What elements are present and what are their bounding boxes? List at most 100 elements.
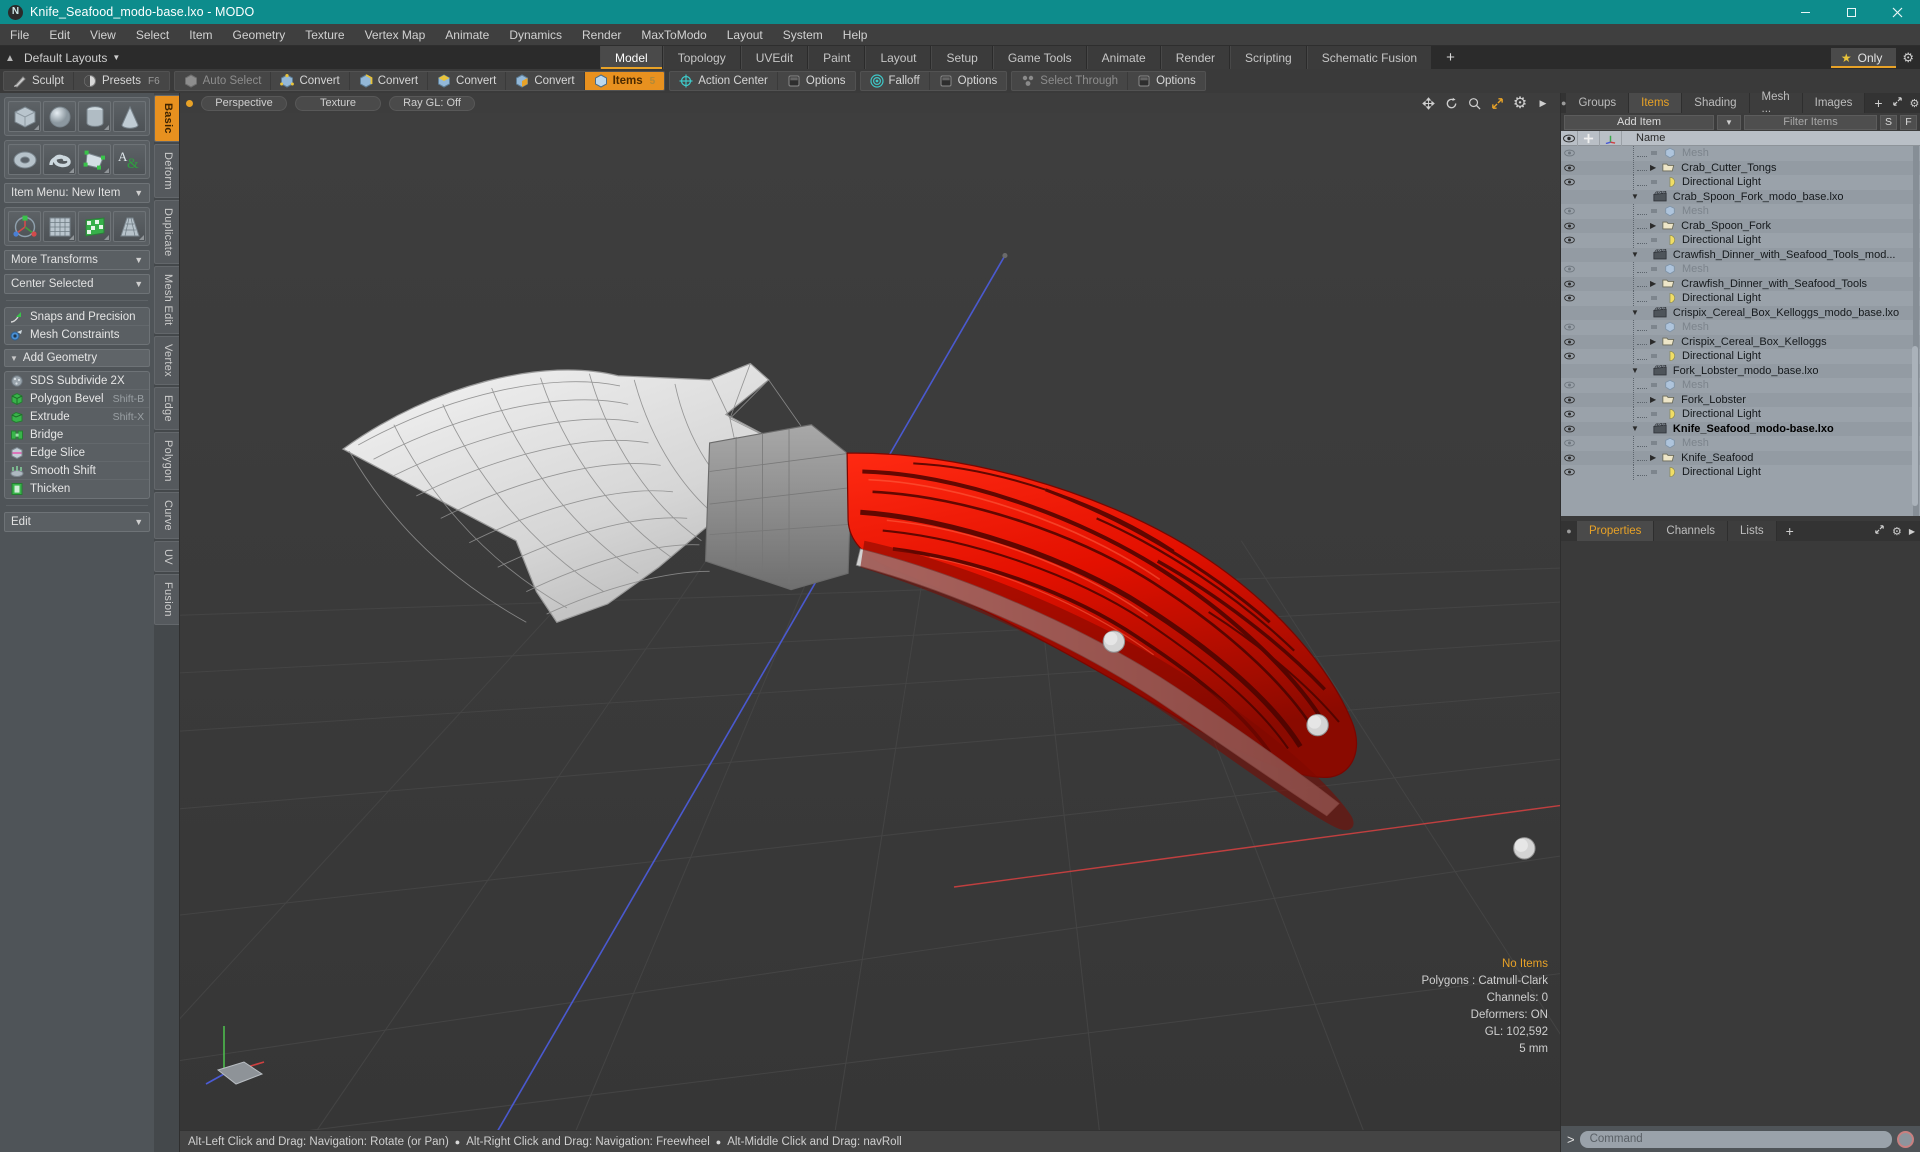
menu-select[interactable]: Select (126, 24, 179, 46)
expand-arrow-icon[interactable]: ▶ (1650, 279, 1656, 288)
convert-polygon-button[interactable]: Convert (428, 72, 507, 90)
convert-vertex-button[interactable]: Convert (271, 72, 350, 90)
item-visibility-eye-icon[interactable] (1561, 439, 1578, 447)
menu-system[interactable]: System (773, 24, 833, 46)
menu-view[interactable]: View (80, 24, 126, 46)
record-icon[interactable] (1897, 1130, 1914, 1148)
item-visibility-eye-icon[interactable] (1561, 323, 1578, 331)
zoom-icon[interactable] (1467, 96, 1481, 110)
item-row[interactable]: ▶ Crab_Spoon_Fork (1561, 218, 1920, 234)
cylinder-tool-button[interactable] (78, 101, 112, 132)
mesh-grid-tool-button[interactable] (43, 211, 77, 242)
item-visibility-eye-icon[interactable] (1561, 454, 1578, 462)
item-name-cell[interactable]: ▶ Crispix_Cereal_Box_Kelloggs (1622, 334, 1920, 350)
mesh-constraints-button[interactable]: Mesh Constraints (5, 326, 149, 344)
polygon-tool-button[interactable] (78, 144, 112, 175)
expand-arrow-icon[interactable]: ▶ (1650, 337, 1656, 346)
edit-dropdown[interactable]: Edit ▼ (4, 512, 151, 532)
menu-help[interactable]: Help (833, 24, 878, 46)
bridge-button[interactable]: Bridge (5, 426, 150, 444)
item-row[interactable]: ▶ Crawfish_Dinner_with_Seafood_Tools (1561, 276, 1920, 292)
presets-button[interactable]: Presets F6 (74, 72, 169, 90)
item-name-cell[interactable]: Directional Light (1622, 348, 1920, 364)
fit-icon[interactable] (1490, 96, 1504, 110)
rotate-icon[interactable] (1444, 96, 1458, 110)
item-row[interactable]: ▶ Crispix_Cereal_Box_Kelloggs (1561, 334, 1920, 350)
item-visibility-eye-icon[interactable] (1561, 149, 1578, 157)
expand-icon[interactable] (1892, 96, 1903, 110)
item-name-cell[interactable]: Directional Light (1622, 232, 1920, 248)
smooth-shift-button[interactable]: Smooth Shift (5, 462, 150, 480)
tool-expand-corner[interactable] (69, 235, 75, 240)
item-visibility-eye-icon[interactable] (1561, 425, 1578, 433)
item-row[interactable]: ▶ Crab_Cutter_Tongs (1561, 160, 1920, 176)
text-tool-button[interactable]: A & (113, 144, 147, 175)
gear-icon[interactable]: ⚙ (1513, 95, 1527, 112)
tab-model[interactable]: Model (600, 46, 663, 69)
item-row[interactable]: ▶ Fork_Lobster (1561, 392, 1920, 408)
chevron-right-icon[interactable]: ▶ (1909, 527, 1915, 536)
item-row[interactable]: Mesh (1561, 435, 1920, 451)
more-transforms-dropdown[interactable]: More Transforms ▼ (4, 250, 151, 270)
edge-slice-button[interactable]: Edge Slice (5, 444, 150, 462)
gear-icon[interactable]: ⚙ (1892, 525, 1902, 538)
expand-icon[interactable] (1874, 524, 1885, 538)
item-visibility-eye-icon[interactable] (1561, 294, 1578, 302)
expand-arrow-icon[interactable]: ▶ (1650, 453, 1656, 462)
item-row[interactable]: Directional Light (1561, 290, 1920, 306)
tab-schematic-fusion[interactable]: Schematic Fusion (1306, 46, 1433, 69)
item-name-cell[interactable]: Mesh (1622, 319, 1920, 335)
menu-layout[interactable]: Layout (717, 24, 773, 46)
polygon-bevel-button[interactable]: Polygon Bevel Shift-B (5, 390, 150, 408)
sphere-tool-button[interactable] (43, 101, 77, 132)
item-name-cell[interactable]: Mesh (1622, 261, 1920, 277)
item-name-cell[interactable]: ▶ Knife_Seafood (1622, 450, 1920, 466)
item-visibility-eye-icon[interactable] (1561, 468, 1578, 476)
item-row[interactable]: Directional Light (1561, 348, 1920, 364)
item-row[interactable]: Mesh (1561, 261, 1920, 277)
item-name-cell[interactable]: Directional Light (1622, 406, 1920, 422)
item-row[interactable]: ▼ Crawfish_Dinner_with_Seafood_Tools_mod.… (1561, 247, 1920, 262)
taper-mesh-tool-button[interactable] (113, 211, 147, 242)
viewport-shading-dropdown[interactable]: Texture (295, 95, 381, 111)
tool-expand-corner[interactable] (104, 168, 110, 173)
item-row[interactable]: ▼ Crispix_Cereal_Box_Kelloggs_modo_base.l… (1561, 305, 1920, 320)
sds-subdivide-button[interactable]: SDS Subdivide 2X (5, 372, 150, 390)
item-name-cell[interactable]: Mesh (1622, 435, 1920, 451)
torus-tool-button[interactable] (8, 144, 42, 175)
viewport-menu-dot[interactable] (186, 99, 193, 107)
tab-scripting[interactable]: Scripting (1230, 46, 1307, 69)
convert-edge-button[interactable]: Convert (350, 72, 429, 90)
filter-items-input[interactable]: Filter Items (1744, 114, 1877, 130)
cone-tool-button[interactable] (113, 101, 147, 132)
vtab-polygon[interactable]: Polygon (154, 431, 179, 490)
properties-menu-dot-icon[interactable]: ● (1561, 521, 1577, 541)
menu-geometry[interactable]: Geometry (223, 24, 296, 46)
tab-paint[interactable]: Paint (808, 46, 866, 69)
item-name-cell[interactable]: Mesh (1622, 377, 1920, 393)
default-layouts-dropdown[interactable]: Default Layouts ▼ (20, 51, 120, 65)
add-properties-tab-button[interactable]: + (1777, 521, 1803, 541)
select-through-options-button[interactable]: Options (1128, 72, 1205, 90)
tool-expand-corner[interactable] (69, 168, 75, 173)
item-visibility-eye-icon[interactable] (1561, 396, 1578, 404)
tab-topology[interactable]: Topology (662, 46, 741, 69)
tab-render[interactable]: Render (1160, 46, 1231, 69)
minimize-button[interactable] (1782, 0, 1828, 24)
item-name-cell[interactable]: ▶ Crab_Cutter_Tongs (1622, 160, 1920, 176)
item-name-cell[interactable]: ▼ Knife_Seafood_modo-base.lxo (1622, 423, 1920, 435)
item-name-cell[interactable]: Directional Light (1622, 464, 1920, 480)
viewport-3d[interactable]: No Items Polygons : Catmull-Clark Channe… (180, 113, 1560, 1130)
tab-uvedit[interactable]: UVEdit (740, 46, 809, 69)
item-name-cell[interactable]: ▶ Crawfish_Dinner_with_Seafood_Tools (1622, 276, 1920, 292)
tab-images[interactable]: Images (1802, 93, 1866, 113)
tab-properties[interactable]: Properties (1577, 521, 1655, 541)
transform-gizmo-tool-button[interactable] (8, 211, 42, 242)
menu-maxtomodo[interactable]: MaxToModo (631, 24, 716, 46)
tab-mesh[interactable]: Mesh ... (1749, 91, 1803, 115)
add-panel-tab-button[interactable]: + (1865, 93, 1891, 113)
item-list[interactable]: Mesh ▶ Crab_Cutter_Tongs Directional Light ▼… (1561, 146, 1920, 516)
collapse-arrow-icon[interactable]: ▲ (0, 51, 20, 64)
item-name-cell[interactable]: ▼ Crab_Spoon_Fork_modo_base.lxo (1622, 191, 1920, 203)
tab-lists[interactable]: Lists (1728, 521, 1777, 541)
